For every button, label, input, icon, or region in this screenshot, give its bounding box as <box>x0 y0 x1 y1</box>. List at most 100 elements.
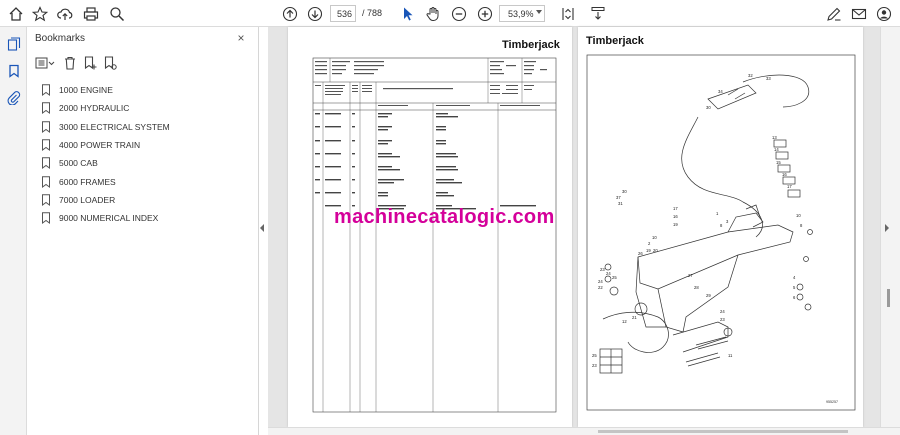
svg-text:21: 21 <box>632 315 637 320</box>
figure-reference: 955257 <box>826 400 838 404</box>
bookmark-item[interactable]: 1000 ENGINE <box>41 81 251 99</box>
document-page-right: Timberjack 32 33 30 34 13 14 15 16 17 37… <box>578 27 863 427</box>
svg-text:25: 25 <box>592 353 597 358</box>
vertical-scrollbar[interactable] <box>880 27 900 427</box>
star-icon[interactable] <box>30 4 50 23</box>
scrollbar-thumb[interactable] <box>887 289 890 307</box>
fit-page-icon[interactable] <box>558 4 578 23</box>
previous-page-icon[interactable] <box>280 4 300 23</box>
svg-text:24: 24 <box>606 271 611 276</box>
collapse-panel-arrow-icon[interactable] <box>260 224 264 232</box>
svg-text:33: 33 <box>766 76 771 81</box>
svg-text:22: 22 <box>598 285 603 290</box>
bookmark-label: 9000 NUMERICAL INDEX <box>59 213 159 224</box>
bookmarks-icon[interactable] <box>4 61 23 80</box>
bookmark-label: 1000 ENGINE <box>59 85 113 96</box>
bookmark-icon <box>42 157 50 170</box>
svg-text:13: 13 <box>772 135 777 140</box>
svg-text:27: 27 <box>688 273 693 278</box>
svg-text:12: 12 <box>622 319 627 324</box>
bookmark-label: 3000 ELECTRICAL SYSTEM <box>59 121 170 132</box>
new-bookmark-icon[interactable] <box>83 55 97 71</box>
bookmark-icon <box>42 102 50 115</box>
home-icon[interactable] <box>6 4 26 23</box>
bookmark-label: 7000 LOADER <box>59 194 116 205</box>
bookmark-icon <box>42 212 50 225</box>
svg-text:24: 24 <box>720 309 725 314</box>
svg-text:29: 29 <box>706 293 711 298</box>
pdf-viewer-window: 536 / 788 53,9% Bookmarks × 1000 ENGINE … <box>0 0 900 435</box>
svg-text:17: 17 <box>787 184 792 189</box>
bookmark-label: 2000 HYDRAULIC <box>59 103 130 114</box>
svg-text:16: 16 <box>673 214 678 219</box>
bookmark-item[interactable]: 2000 HYDRAULIC <box>41 99 251 117</box>
svg-text:10: 10 <box>652 235 657 240</box>
bookmark-icon <box>42 139 50 152</box>
svg-text:1: 1 <box>716 211 719 216</box>
svg-text:15: 15 <box>776 160 781 165</box>
bookmark-label: 5000 CAB <box>59 158 98 169</box>
horizontal-scrollbar[interactable] <box>268 427 900 435</box>
svg-text:17: 17 <box>673 206 678 211</box>
page-thumbnails-icon[interactable] <box>4 34 23 53</box>
select-cursor-icon[interactable] <box>398 4 418 23</box>
svg-text:5: 5 <box>793 285 796 290</box>
print-icon[interactable] <box>81 4 101 23</box>
svg-text:19: 19 <box>673 222 678 227</box>
bookmark-item[interactable]: 5000 CAB <box>41 154 251 172</box>
exploded-parts-diagram: 3233 3034 131415 1617 373130 171619 183 … <box>586 54 856 411</box>
svg-text:34: 34 <box>718 89 723 94</box>
svg-text:2: 2 <box>648 241 651 246</box>
bookmark-options-icon[interactable] <box>33 55 57 71</box>
page-layout-icon[interactable] <box>588 4 608 23</box>
bookmarks-panel: Bookmarks × 1000 ENGINE 2000 HYDRAULIC 3… <box>27 27 259 435</box>
svg-text:6: 6 <box>793 295 796 300</box>
zoom-out-icon[interactable] <box>449 4 469 23</box>
bookmark-item[interactable]: 3000 ELECTRICAL SYSTEM <box>41 118 251 136</box>
svg-text:24: 24 <box>598 279 603 284</box>
zoom-dropdown-caret-icon[interactable] <box>536 10 542 14</box>
sign-pen-icon[interactable] <box>824 4 844 23</box>
bookmark-label: 6000 FRAMES <box>59 176 116 187</box>
svg-text:14: 14 <box>774 147 779 152</box>
next-page-icon[interactable] <box>305 4 325 23</box>
svg-text:30: 30 <box>622 189 627 194</box>
svg-text:20: 20 <box>653 248 658 253</box>
bookmark-item[interactable]: 9000 NUMERICAL INDEX <box>41 209 251 227</box>
svg-text:3: 3 <box>726 219 729 224</box>
bookmark-properties-icon[interactable] <box>103 55 117 71</box>
hand-tool-icon[interactable] <box>423 4 443 23</box>
top-toolbar: 536 / 788 53,9% <box>0 0 900 27</box>
bookmark-item[interactable]: 4000 POWER TRAIN <box>41 136 251 154</box>
cloud-upload-icon[interactable] <box>55 4 75 23</box>
bookmark-icon <box>42 194 50 206</box>
svg-text:16: 16 <box>782 172 787 177</box>
zoom-in-icon[interactable] <box>475 4 495 23</box>
horizontal-scrollbar-thumb[interactable] <box>598 430 848 433</box>
bookmark-icon <box>42 121 50 133</box>
svg-text:30: 30 <box>706 105 711 110</box>
bookmark-item[interactable]: 6000 FRAMES <box>41 172 251 190</box>
page-number-input[interactable]: 536 <box>330 5 356 22</box>
zoom-search-icon[interactable] <box>107 4 127 23</box>
svg-text:32: 32 <box>748 73 753 78</box>
account-icon[interactable] <box>874 4 894 23</box>
panel-title: Bookmarks <box>35 33 86 44</box>
page-total: / 788 <box>362 8 383 18</box>
svg-text:37: 37 <box>616 195 621 200</box>
svg-text:23: 23 <box>720 317 725 322</box>
svg-text:11: 11 <box>728 353 733 358</box>
bookmark-icon <box>42 175 50 188</box>
expand-right-panel-arrow-icon[interactable] <box>885 224 889 232</box>
close-panel-icon[interactable]: × <box>235 32 247 44</box>
delete-bookmark-icon[interactable] <box>63 55 77 71</box>
svg-text:8: 8 <box>720 223 723 228</box>
email-icon[interactable] <box>849 4 869 23</box>
svg-text:25: 25 <box>612 275 617 280</box>
attachments-paperclip-icon[interactable] <box>4 88 23 107</box>
svg-text:19: 19 <box>646 248 651 253</box>
bookmarks-list: 1000 ENGINE 2000 HYDRAULIC 3000 ELECTRIC… <box>41 81 251 227</box>
bookmarks-toolbar <box>33 55 153 71</box>
bookmark-item[interactable]: 7000 LOADER <box>41 191 251 209</box>
svg-text:8: 8 <box>800 223 803 228</box>
